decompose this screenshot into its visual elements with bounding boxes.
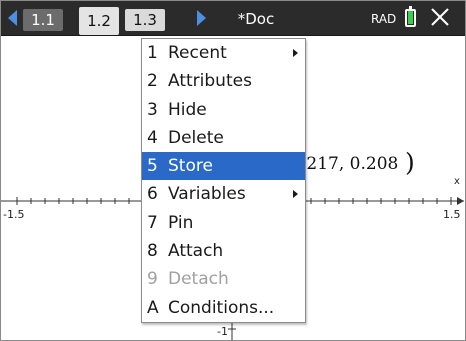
menu-label: Detach (168, 269, 229, 290)
menu-item-variables[interactable]: 6 Variables (142, 180, 305, 208)
menu-label: Conditions... (168, 297, 275, 318)
battery-icon (405, 6, 416, 27)
x-axis-name: x (454, 176, 460, 187)
menu-label: Pin (168, 212, 194, 233)
menu-key: 5 (147, 156, 158, 177)
y-tick-label: -1 (217, 325, 228, 338)
menu-key: 9 (147, 269, 158, 290)
nav-left-icon[interactable] (8, 10, 17, 26)
menu-item-store[interactable]: 5 Store (142, 152, 305, 181)
menu-key: 7 (147, 212, 158, 233)
menu-key: 1 (147, 43, 158, 63)
point-coordinates[interactable]: .217, 0.208 (301, 154, 398, 174)
nav-right-icon[interactable] (197, 10, 206, 26)
menu-key: A (147, 297, 159, 318)
menu-key: 3 (147, 99, 158, 120)
menu-item-pin[interactable]: 7 Pin (142, 209, 305, 237)
menu-item-conditions[interactable]: A Conditions... (142, 294, 305, 322)
menu-item-attributes[interactable]: 2 Attributes (142, 67, 305, 95)
context-menu: 1 Recent 2 Attributes 3 Hide 4 Delete 5 Store… (141, 38, 306, 323)
menu-label: Variables (168, 184, 246, 205)
menu-item-detach: 9 Detach (142, 265, 305, 293)
menu-key: 4 (147, 127, 158, 148)
tab-1-3[interactable]: 1.3 (125, 9, 165, 31)
angle-mode-indicator: RAD (371, 12, 397, 26)
menu-key: 2 (147, 71, 158, 92)
menu-label: Attributes (168, 71, 252, 92)
x-max-label: 1.5 (443, 208, 461, 221)
x-min-label: -1.5 (3, 208, 25, 221)
menu-item-attach[interactable]: 8 Attach (142, 237, 305, 265)
document-title: *Doc (237, 10, 275, 28)
menu-label: Store (168, 156, 213, 177)
menu-item-delete[interactable]: 4 Delete (142, 124, 305, 152)
tab-1-1[interactable]: 1.1 (23, 9, 63, 31)
submenu-arrow-icon (293, 190, 298, 199)
close-icon[interactable] (428, 5, 452, 29)
menu-label: Delete (168, 127, 224, 148)
coordinate-paren: ) (405, 148, 415, 177)
submenu-arrow-icon (293, 49, 298, 57)
menu-key: 6 (147, 184, 158, 205)
menu-key: 8 (147, 241, 158, 262)
menu-label: Recent (168, 43, 227, 63)
x-axis-arrow-icon (457, 197, 464, 205)
menu-label: Attach (168, 241, 224, 262)
title-bar: 1.1 1.2 1.3 *Doc RAD (1, 1, 465, 36)
app-window: 1.1 1.2 1.3 *Doc RAD -1.5 1.5 x -1 .217,… (0, 0, 466, 341)
menu-item-recent[interactable]: 1 Recent (142, 39, 305, 67)
menu-label: Hide (168, 99, 207, 120)
menu-item-hide[interactable]: 3 Hide (142, 96, 305, 124)
tab-1-2[interactable]: 1.2 (79, 7, 119, 35)
